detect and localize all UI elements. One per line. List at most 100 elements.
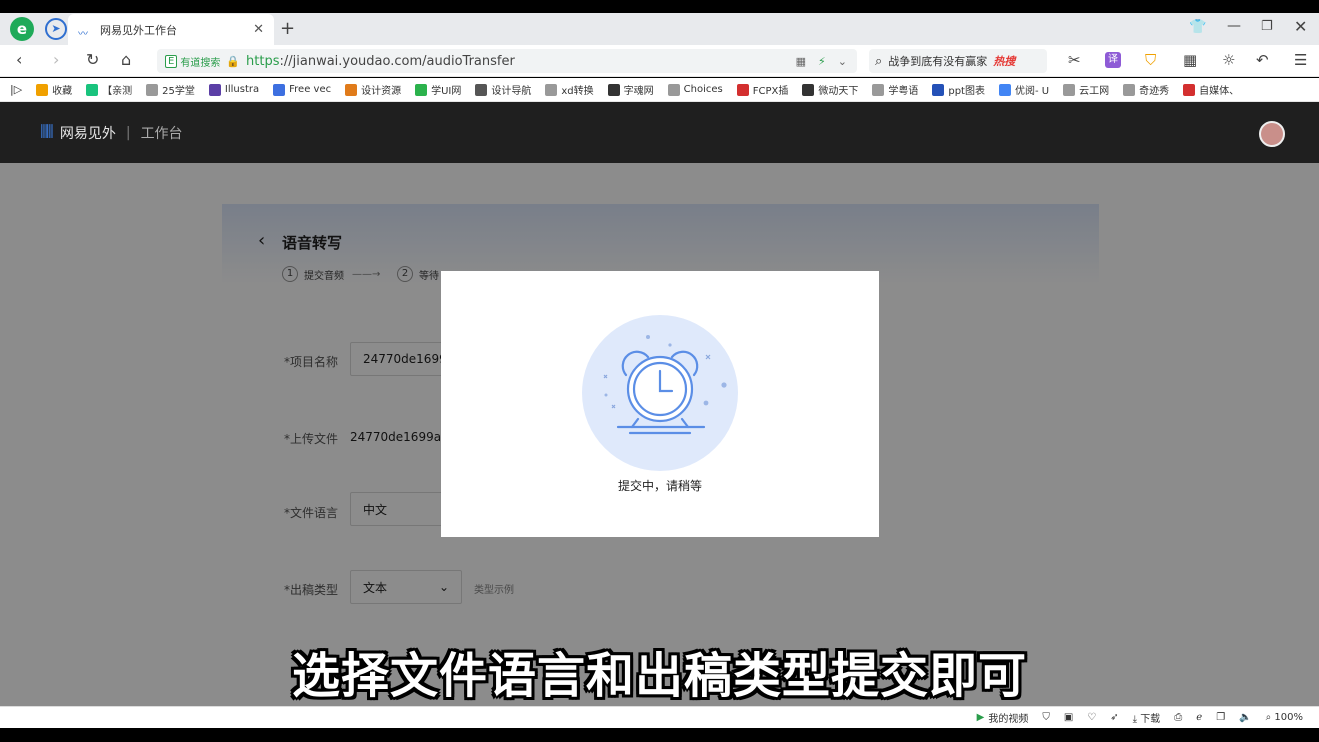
- alarm-clock-icon: [603, 335, 727, 435]
- close-window-icon[interactable]: ✕: [1294, 17, 1307, 36]
- bookmark-item[interactable]: xd转换: [545, 82, 594, 97]
- browser-e-icon[interactable]: ℯ: [1196, 712, 1202, 723]
- bookmark-icon: [86, 83, 99, 96]
- bookmark-item[interactable]: 微动天下: [802, 82, 858, 97]
- bookmark-icon: [607, 83, 620, 96]
- hot-search-badge: 热搜: [993, 55, 1016, 68]
- shield-status-icon[interactable]: ⛉: [1042, 712, 1050, 723]
- bookmark-item[interactable]: 【亲测: [86, 82, 132, 97]
- volume-icon[interactable]: 🔈: [1239, 712, 1251, 723]
- bookmark-icon: [1123, 83, 1136, 96]
- image-icon[interactable]: ▣: [1064, 712, 1073, 723]
- dropdown-icon[interactable]: ⌄: [838, 55, 847, 68]
- back-icon[interactable]: ‹: [16, 50, 22, 69]
- search-icon: ⌕: [875, 53, 883, 69]
- bookmark-item[interactable]: 学UI网: [415, 82, 461, 97]
- restore-icon[interactable]: ❐: [1261, 19, 1273, 34]
- bookmark-icon: [667, 83, 680, 96]
- new-tab-icon[interactable]: +: [280, 18, 295, 39]
- top-letterbox: [0, 0, 1319, 13]
- forward-icon[interactable]: ›: [53, 50, 59, 69]
- bookmark-item[interactable]: 奇迹秀: [1123, 82, 1169, 97]
- tab-close-icon[interactable]: ✕: [253, 22, 264, 37]
- lightning-icon[interactable]: ⚡: [818, 55, 826, 68]
- bookmark-icon: [998, 83, 1011, 96]
- bookmark-icon: [475, 83, 488, 96]
- status-bar: ▶ 我的视频 ⛉ ▣ ♡ ➶ ⤓ 下载 ⎙ ℯ ❐ 🔈 ⌕ 100%: [0, 706, 1319, 728]
- rocket-icon[interactable]: ➶: [1110, 712, 1118, 723]
- app-logo[interactable]: ⦀⦀ 网易见外 | 工作台: [40, 122, 183, 143]
- bookmark-item[interactable]: 学粤语: [872, 82, 918, 97]
- bookmark-item[interactable]: 收藏: [36, 82, 72, 97]
- navigate-icon[interactable]: ➤: [45, 18, 67, 40]
- bookmark-icon: [1183, 83, 1196, 96]
- minimize-icon[interactable]: —: [1227, 18, 1241, 34]
- undo-icon[interactable]: ↶: [1256, 51, 1269, 69]
- brightness-icon[interactable]: ☼: [1222, 51, 1235, 69]
- bookmark-item[interactable]: 设计导航: [475, 82, 531, 97]
- submitting-message: 提交中，请稍等: [617, 479, 702, 493]
- browser-logo-icon[interactable]: e: [10, 17, 34, 41]
- my-video-button[interactable]: ▶ 我的视频: [977, 710, 1029, 725]
- bookmark-icon: [872, 83, 885, 96]
- bookmark-icon: [273, 83, 286, 96]
- lock-icon: 🔒: [226, 54, 241, 68]
- bookmark-icon: [415, 83, 428, 96]
- home-icon[interactable]: ⌂: [121, 50, 131, 69]
- scissors-icon[interactable]: ✂: [1068, 51, 1081, 69]
- bookmark-item[interactable]: 设计资源: [345, 82, 401, 97]
- refresh-icon[interactable]: ↻: [86, 50, 99, 69]
- search-engine-name: 有道搜索: [180, 57, 221, 69]
- bookmark-icon: [1063, 83, 1076, 96]
- print-icon[interactable]: ⎙: [1174, 712, 1182, 723]
- window-icon[interactable]: ❐: [1216, 712, 1225, 723]
- bookmark-icon: [545, 83, 558, 96]
- bookmark-item[interactable]: 云工网: [1063, 82, 1109, 97]
- shield-extension-icon[interactable]: ⛉: [1145, 51, 1156, 69]
- bookmark-icon: [802, 83, 815, 96]
- bookmark-item[interactable]: 25学堂: [146, 82, 195, 97]
- bookmark-item[interactable]: FCPX插: [736, 82, 788, 97]
- tab-active[interactable]: 〰 网易见外工作台 ✕: [68, 14, 274, 45]
- video-subtitle: 选择文件语言和出稿类型提交即可: [291, 648, 1027, 704]
- tab-title: 网易见外工作台: [100, 23, 177, 37]
- zoom-control[interactable]: ⌕ 100%: [1266, 712, 1303, 723]
- bookmark-icon: [208, 83, 221, 96]
- wave-logo-icon: ⦀⦀: [40, 122, 54, 143]
- section-name: 工作台: [140, 125, 183, 142]
- bookmark-item[interactable]: 字魂网: [607, 82, 654, 97]
- bookmark-icon: [36, 83, 49, 96]
- qr-code-icon[interactable]: ▦: [796, 55, 806, 68]
- heart-icon[interactable]: ♡: [1087, 712, 1096, 723]
- bookmark-icon: [146, 83, 159, 96]
- bookmark-item[interactable]: 优阅- U: [998, 82, 1049, 97]
- skin-icon[interactable]: 👕: [1189, 19, 1206, 35]
- bookmark-icon: [932, 83, 945, 96]
- apps-grid-icon[interactable]: ▦: [1183, 51, 1197, 69]
- bookmark-item[interactable]: 自媒体、: [1183, 82, 1239, 97]
- brand-name: 网易见外: [59, 125, 116, 142]
- menu-icon[interactable]: ☰: [1294, 51, 1307, 69]
- zoom-icon: ⌕: [1265, 712, 1272, 723]
- avatar[interactable]: [1259, 121, 1285, 147]
- youdao-wave-icon: 〰: [78, 28, 88, 40]
- bookmark-item[interactable]: Illustra: [208, 83, 259, 96]
- bookmark-item[interactable]: ppt图表: [932, 82, 985, 97]
- translate-icon[interactable]: 译: [1105, 52, 1121, 68]
- download-button[interactable]: ⤓ 下载: [1133, 710, 1161, 725]
- sidebar-toggle-icon[interactable]: |▷: [10, 83, 22, 96]
- bookmark-item[interactable]: Free vec: [273, 83, 331, 96]
- url-text[interactable]: https://jianwai.youdao.com/audioTransfer: [246, 54, 515, 69]
- bottom-letterbox: [0, 728, 1319, 742]
- bookmarks-bar: |▷ 收藏 【亲测 25学堂 Illustra Free vec 设计资源 学UI网 设计导航…: [0, 78, 1319, 102]
- bookmark-icon: [345, 83, 358, 96]
- bookmark-item[interactable]: Choices: [667, 83, 723, 96]
- search-bar[interactable]: ⌕ 战争到底有没有赢家 热搜: [869, 49, 1047, 73]
- search-engine-badge: E: [165, 54, 178, 68]
- video-icon: ▶: [976, 712, 985, 723]
- download-icon: ⤓: [1132, 714, 1138, 725]
- bookmark-icon: [736, 83, 749, 96]
- address-bar[interactable]: E 有道搜索 🔒 https://jianwai.youdao.com/audi…: [157, 49, 857, 73]
- search-query: 战争到底有没有赢家: [888, 55, 988, 68]
- app-header: [0, 102, 1319, 163]
